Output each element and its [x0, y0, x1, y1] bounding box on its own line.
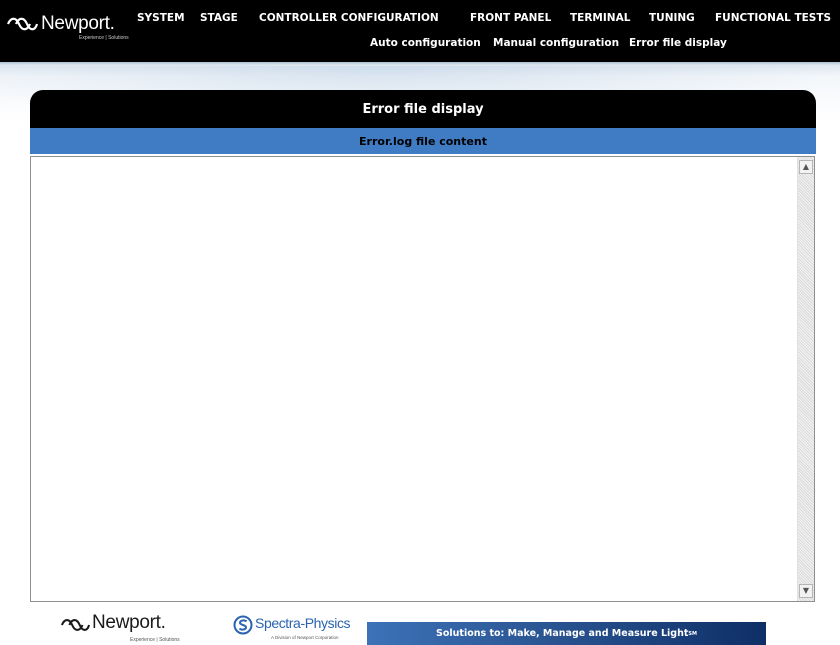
subnav-item-error-file-display[interactable]: Error file display [629, 37, 727, 49]
newport-logo-text: Newport. [41, 13, 115, 34]
nav-item-stage[interactable]: STAGE [200, 12, 238, 24]
chevron-down-icon: ▼ [802, 586, 810, 595]
panel-title: Error file display [30, 90, 816, 128]
error-log-textarea[interactable] [31, 157, 797, 601]
top-navigation-bar: Newport. Experience | Solutions SYSTEM S… [0, 0, 840, 62]
nav-item-terminal[interactable]: TERMINAL [570, 12, 630, 24]
footer-slogan-text: Solutions to: Make, Manage and Measure L… [436, 628, 689, 639]
error-log-viewer: ▲ ▼ [30, 156, 815, 602]
footer-spectra-physics-text: Spectra-Physics [255, 615, 351, 631]
spectra-physics-logo-icon [233, 615, 253, 635]
panel-subtitle: Error.log file content [30, 128, 816, 154]
scroll-up-button[interactable]: ▲ [799, 160, 813, 174]
footer-newport-tagline: Experience | Solutions [130, 637, 180, 643]
subnav-item-manual-configuration[interactable]: Manual configuration [493, 37, 619, 49]
nav-item-functional-tests[interactable]: FUNCTIONAL TESTS [715, 12, 831, 24]
vertical-scrollbar[interactable]: ▲ ▼ [797, 157, 814, 601]
scroll-down-button[interactable]: ▼ [799, 584, 813, 598]
panel-subtitle-text: Error.log file content [359, 134, 487, 148]
footer-spectra-physics-tagline: A Division of Newport Corporation [271, 635, 339, 640]
footer-newport-text: Newport. [92, 612, 166, 633]
newport-logo-tagline: Experience | Solutions [79, 35, 129, 41]
newport-footer-logo-icon [60, 619, 90, 631]
subnav-item-auto-configuration[interactable]: Auto configuration [370, 37, 481, 49]
nav-item-controller-configuration[interactable]: CONTROLLER CONFIGURATION [259, 12, 439, 24]
nav-item-tuning[interactable]: TUNING [649, 12, 695, 24]
footer-slogan-banner: Solutions to: Make, Manage and Measure L… [367, 622, 766, 645]
panel-title-text: Error file display [362, 101, 484, 117]
nav-item-front-panel[interactable]: FRONT PANEL [470, 12, 551, 24]
newport-logo-icon [6, 17, 38, 31]
nav-item-system[interactable]: SYSTEM [137, 12, 185, 24]
chevron-up-icon: ▲ [802, 162, 810, 171]
service-mark: SM [688, 630, 697, 637]
